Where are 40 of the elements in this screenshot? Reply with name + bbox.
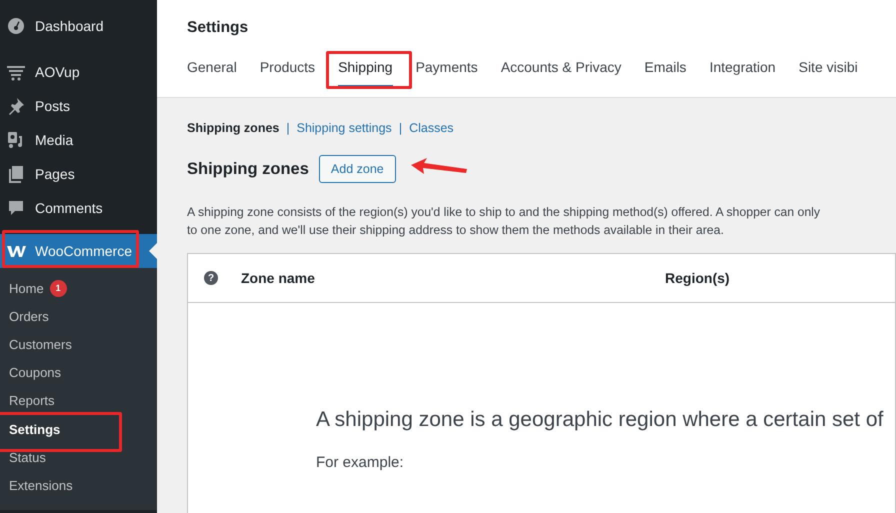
subsection-link[interactable]: Shipping zones: [187, 121, 280, 135]
separator: |: [398, 121, 402, 135]
description-text: A shipping zone consists of the region(s) you'd like to ship to and the shipping method(s) offered. A shopper can only to one zone, and we'll use their shipping address to show them the methods available in their area.: [187, 204, 822, 239]
add-zone-button[interactable]: Add zone: [318, 155, 396, 183]
sidebar-item[interactable]: Media: [0, 123, 157, 157]
example-label: For example:: [316, 454, 405, 471]
comment-icon: [6, 198, 26, 218]
sidebar-item[interactable]: Dashboard: [0, 9, 157, 43]
settings-tab[interactable]: Shipping: [338, 48, 393, 87]
empty-state-heading: A shipping zone is a geographic region where a certain set of: [316, 408, 884, 432]
gauge-icon: [6, 16, 26, 36]
submenu-item[interactable]: Home 1: [0, 274, 157, 302]
settings-tab[interactable]: Emails: [644, 48, 686, 87]
submenu-item[interactable]: Orders: [0, 302, 157, 330]
column-header: Zone name: [241, 270, 316, 286]
sidebar-item[interactable]: Comments: [0, 191, 157, 225]
sidebar-item[interactable]: AOVup: [0, 55, 157, 89]
settings-tab[interactable]: General: [187, 48, 237, 87]
column-header: Region(s): [665, 270, 730, 286]
separator: |: [286, 121, 290, 135]
submenu-item[interactable]: Customers: [0, 330, 157, 359]
sidebar-item[interactable]: Pages: [0, 157, 157, 191]
sidebar-item[interactable]: Posts: [0, 89, 157, 123]
submenu-item[interactable]: Settings: [0, 414, 157, 444]
help-icon[interactable]: ?: [204, 271, 218, 285]
settings-tab[interactable]: Accounts & Privacy: [500, 48, 622, 87]
settings-tab[interactable]: Integration: [709, 48, 776, 87]
subsection-link[interactable]: Shipping settings: [296, 121, 392, 135]
subsection-link[interactable]: Classes: [409, 121, 454, 135]
count-badge: 1: [50, 280, 67, 297]
section-heading: Shipping zones: [187, 160, 309, 178]
submenu-item[interactable]: Coupons: [0, 358, 157, 387]
pages-icon: [6, 164, 26, 184]
settings-tab[interactable]: Payments: [416, 48, 478, 87]
settings-tab[interactable]: Site visibi: [798, 48, 858, 87]
settings-tab[interactable]: Products: [260, 48, 316, 87]
page-title: Settings: [187, 18, 250, 38]
submenu-item[interactable]: Reports: [0, 386, 157, 415]
submenu-item[interactable]: Status: [0, 443, 157, 472]
submenu-item[interactable]: Extensions: [0, 471, 157, 500]
